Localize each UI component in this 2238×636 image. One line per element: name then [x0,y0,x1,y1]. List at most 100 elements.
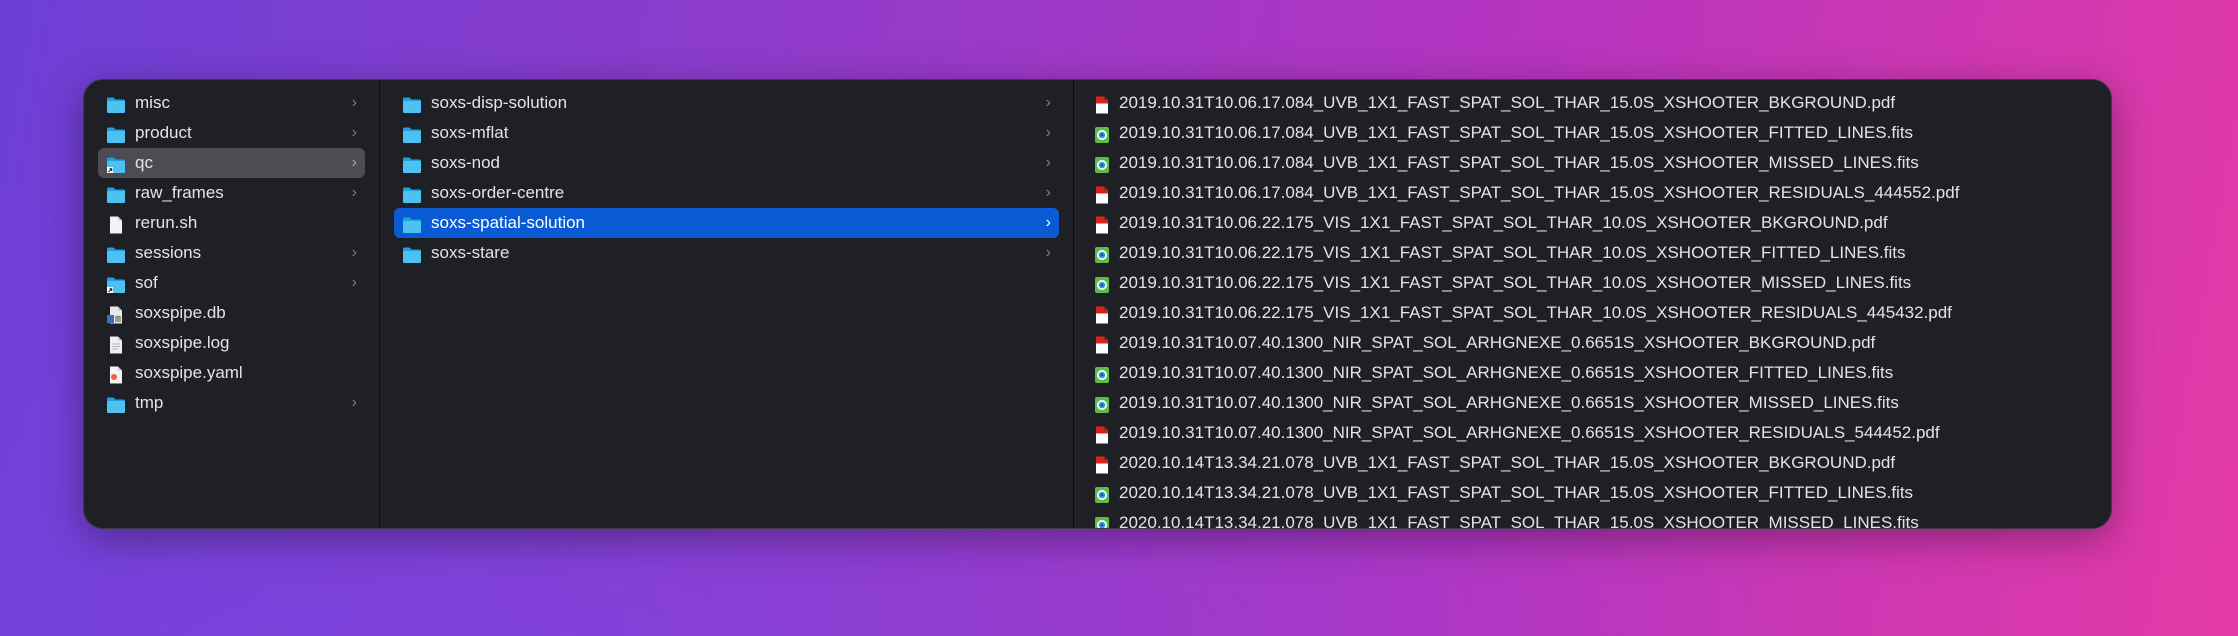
file-item[interactable]: 2019.10.31T10.07.40.1300_NIR_SPAT_SOL_AR… [1084,328,2101,358]
file-item-label: 2019.10.31T10.06.22.175_VIS_1X1_FAST_SPA… [1119,303,1952,322]
pdf-file-icon [1092,424,1112,444]
file-item[interactable]: 2019.10.31T10.06.22.175_VIS_1X1_FAST_SPA… [1084,298,2101,328]
pdf-file-icon [1092,334,1112,354]
folder-icon [402,244,422,263]
file-item-label: 2019.10.31T10.07.40.1300_NIR_SPAT_SOL_AR… [1119,423,1940,442]
column-qc-item-label: soxs-mflat [431,123,509,142]
column-qc-item-label: soxs-nod [431,153,500,172]
column-spatial-solution-list: 2019.10.31T10.06.17.084_UVB_1X1_FAST_SPA… [1074,88,2111,528]
file-item-label: 2019.10.31T10.06.17.084_UVB_1X1_FAST_SPA… [1119,123,1914,142]
finder-window: misc › product › qc › raw_frames › rerun.sh sessi… [83,79,2112,529]
file-item[interactable]: 2019.10.31T10.06.17.084_UVB_1X1_FAST_SPA… [1084,178,2101,208]
pdf-file-icon [1092,184,1112,204]
fits-file-icon [1092,514,1112,528]
column-qc-item-label: soxs-disp-solution [431,93,568,112]
file-item[interactable]: 2020.10.14T13.34.21.078_UVB_1X1_FAST_SPA… [1084,508,2101,528]
column-root-item[interactable]: raw_frames › [98,178,365,208]
column-root-item-label: sof [135,273,158,292]
file-item-label: 2019.10.31T10.07.40.1300_NIR_SPAT_SOL_AR… [1119,393,1899,412]
column-qc-item[interactable]: soxs-nod › [394,148,1059,178]
column-root-item[interactable]: product › [98,118,365,148]
file-item-label: 2019.10.31T10.06.22.175_VIS_1X1_FAST_SPA… [1119,213,1888,232]
chevron-right-icon: › [1045,94,1051,111]
column-qc-item[interactable]: soxs-stare › [394,238,1059,268]
chevron-right-icon: › [1045,154,1051,171]
fits-file-icon [1092,154,1112,173]
column-root-item-label: sessions [135,243,202,262]
folder-icon [402,94,422,113]
file-item[interactable]: 2020.10.14T13.34.21.078_UVB_1X1_FAST_SPA… [1084,478,2101,508]
chevron-right-icon: › [351,274,357,291]
chevron-right-icon: › [1045,124,1051,141]
file-item[interactable]: 2020.10.14T13.34.21.078_UVB_1X1_FAST_SPA… [1084,448,2101,478]
column-root-item[interactable]: misc › [98,88,365,118]
file-item-label: 2019.10.31T10.07.40.1300_NIR_SPAT_SOL_AR… [1119,363,1894,382]
pdf-file-icon [1092,454,1112,474]
pdf-file-icon [1092,214,1112,234]
column-root-item-label: soxspipe.yaml [135,363,243,382]
column-qc-item[interactable]: soxs-disp-solution › [394,88,1059,118]
document-icon [106,214,126,234]
column-qc-item[interactable]: soxs-spatial-solution › [394,208,1059,238]
file-item-label: 2020.10.14T13.34.21.078_UVB_1X1_FAST_SPA… [1119,453,1896,472]
file-item-label: 2019.10.31T10.07.40.1300_NIR_SPAT_SOL_AR… [1119,333,1876,352]
column-root-item[interactable]: soxspipe.yaml [98,358,365,388]
column-root-item[interactable]: sessions › [98,238,365,268]
pdf-file-icon [1092,304,1112,324]
column-qc-list: soxs-disp-solution › soxs-mflat › soxs-nod › s… [380,88,1073,268]
column-qc-item[interactable]: soxs-order-centre › [394,178,1059,208]
column-root-item[interactable]: soxspipe.db [98,298,365,328]
fits-file-icon [1092,124,1112,143]
column-qc[interactable]: soxs-disp-solution › soxs-mflat › soxs-nod › s… [380,80,1074,528]
chevron-right-icon: › [351,394,357,411]
file-item-label: 2019.10.31T10.06.17.084_UVB_1X1_FAST_SPA… [1119,93,1896,112]
fits-file-icon [1092,484,1112,503]
column-root-item-label: soxspipe.db [135,303,226,322]
file-item[interactable]: 2019.10.31T10.06.22.175_VIS_1X1_FAST_SPA… [1084,268,2101,298]
file-item-label: 2019.10.31T10.06.17.084_UVB_1X1_FAST_SPA… [1119,153,1919,172]
column-root-item[interactable]: rerun.sh [98,208,365,238]
column-root-item[interactable]: qc › [98,148,365,178]
log-file-icon [106,334,126,354]
chevron-right-icon: › [351,124,357,141]
folder-icon [402,214,422,233]
folder-alias-icon [106,154,126,173]
column-root-item-label: tmp [135,393,164,412]
column-root-item[interactable]: tmp › [98,388,365,418]
fits-file-icon [1092,394,1112,413]
file-item[interactable]: 2019.10.31T10.06.17.084_UVB_1X1_FAST_SPA… [1084,148,2101,178]
file-item[interactable]: 2019.10.31T10.06.22.175_VIS_1X1_FAST_SPA… [1084,238,2101,268]
chevron-right-icon: › [351,154,357,171]
folder-icon [106,124,126,143]
chevron-right-icon: › [1045,214,1051,231]
chevron-right-icon: › [351,94,357,111]
file-item[interactable]: 2019.10.31T10.06.17.084_UVB_1X1_FAST_SPA… [1084,88,2101,118]
file-item[interactable]: 2019.10.31T10.07.40.1300_NIR_SPAT_SOL_AR… [1084,388,2101,418]
folder-icon [106,94,126,113]
column-root-item[interactable]: soxspipe.log [98,328,365,358]
folder-icon [106,184,126,203]
column-qc-item[interactable]: soxs-mflat › [394,118,1059,148]
column-root-item-label: misc [135,93,170,112]
folder-icon [402,154,422,173]
chevron-right-icon: › [1045,184,1051,201]
folder-icon [402,124,422,143]
column-root-item-label: rerun.sh [135,213,198,232]
chevron-right-icon: › [351,244,357,261]
folder-icon [106,394,126,413]
file-item[interactable]: 2019.10.31T10.07.40.1300_NIR_SPAT_SOL_AR… [1084,418,2101,448]
yaml-file-icon [106,364,126,384]
column-root-item-label: qc [135,153,153,172]
column-root-item-label: raw_frames [135,183,224,202]
column-spatial-solution[interactable]: 2019.10.31T10.06.17.084_UVB_1X1_FAST_SPA… [1074,80,2111,528]
column-root-item[interactable]: sof › [98,268,365,298]
fits-file-icon [1092,364,1112,383]
file-item[interactable]: 2019.10.31T10.06.17.084_UVB_1X1_FAST_SPA… [1084,118,2101,148]
column-root[interactable]: misc › product › qc › raw_frames › rerun.sh sessi… [84,80,380,528]
pdf-file-icon [1092,94,1112,114]
database-file-icon [106,304,126,324]
column-root-list: misc › product › qc › raw_frames › rerun.sh sessi… [84,88,379,418]
file-item[interactable]: 2019.10.31T10.07.40.1300_NIR_SPAT_SOL_AR… [1084,358,2101,388]
fits-file-icon [1092,244,1112,263]
file-item[interactable]: 2019.10.31T10.06.22.175_VIS_1X1_FAST_SPA… [1084,208,2101,238]
